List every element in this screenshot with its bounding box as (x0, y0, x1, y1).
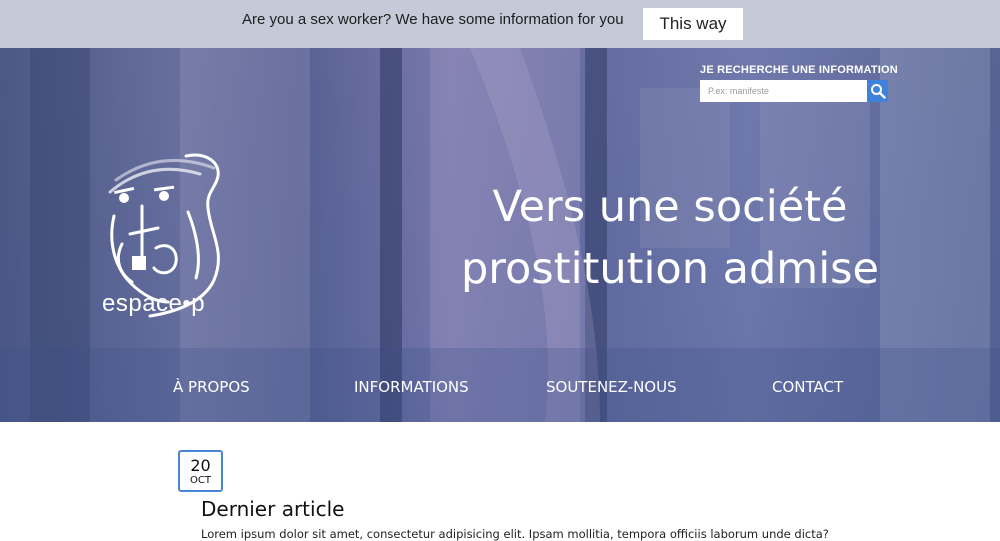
tagline-line-1: Vers une société (492, 182, 848, 232)
info-banner: Are you a sex worker? We have some infor… (0, 0, 1000, 48)
article-excerpt: Lorem ipsum dolor sit amet, consectetur … (201, 527, 829, 541)
nav-item-a-propos[interactable]: À PROPOS (173, 378, 250, 396)
search-input[interactable] (700, 80, 874, 102)
hero-tagline: Vers une société prostitution admise (430, 176, 910, 300)
search-label: JE RECHERCHE UNE INFORMATION (700, 64, 898, 76)
article-title[interactable]: Dernier article (201, 497, 344, 521)
tagline-line-2: prostitution admise (460, 244, 880, 294)
nav-item-informations[interactable]: INFORMATIONS (354, 378, 469, 396)
main-nav: À PROPOS INFORMATIONS SOUTENEZ-NOUS CONT… (0, 378, 1000, 402)
search-button[interactable] (867, 80, 888, 102)
nav-item-soutenez-nous[interactable]: SOUTENEZ-NOUS (546, 378, 677, 396)
search-icon (870, 84, 886, 99)
info-banner-message: Are you a sex worker? We have some infor… (242, 11, 624, 28)
article-date-day: 20 (190, 456, 211, 475)
nav-item-contact[interactable]: CONTACT (772, 378, 843, 396)
hero-banner: JE RECHERCHE UNE INFORMATION espace•p (0, 48, 1000, 422)
article-date-badge: 20 OCT (178, 450, 223, 492)
article-date-month: OCT (190, 475, 211, 486)
logo-wordmark: espace•p (102, 290, 206, 317)
this-way-button[interactable]: This way (643, 8, 743, 40)
